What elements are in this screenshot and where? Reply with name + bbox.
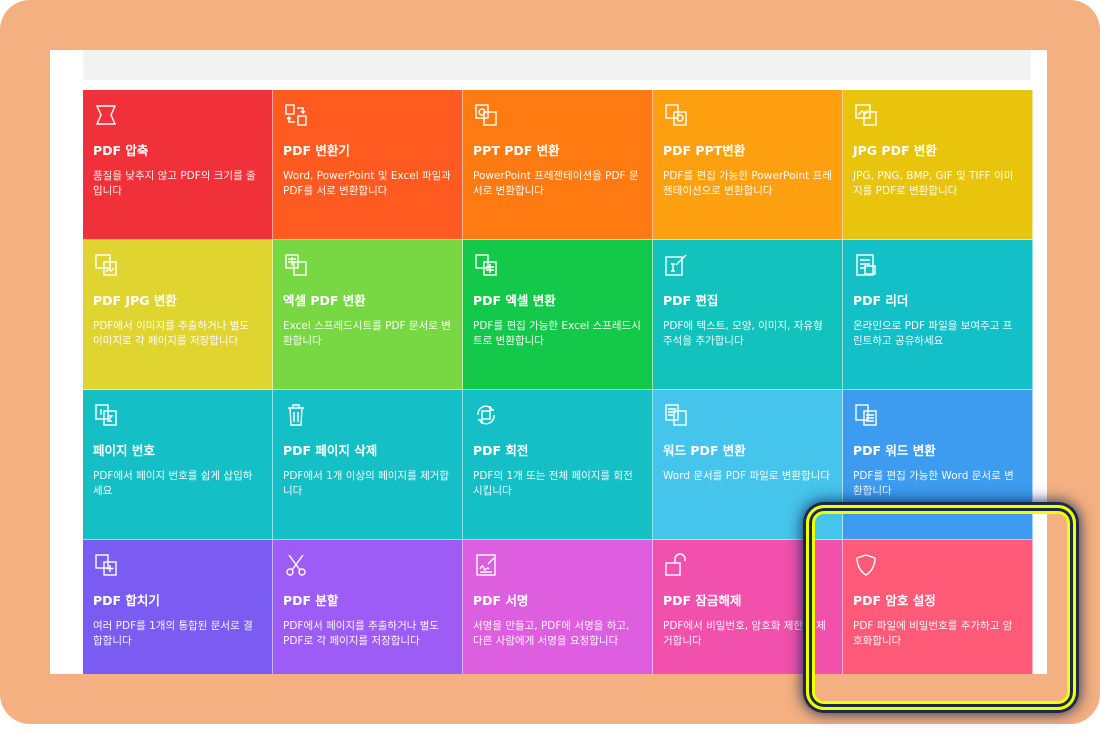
tool-tile[interactable]: PDF 압축품질을 낮추지 않고 PDF의 크기를 줄입니다 <box>83 90 273 240</box>
shield-icon <box>853 552 879 578</box>
tool-tile[interactable]: PDF JPG 변환 PDF에서 이미지를 추출하거나 별도 이미지로 각 페이지… <box>83 240 273 390</box>
app-screen: PDF 압축품질을 낮추지 않고 PDF의 크기를 줄입니다 PDF 변환기 Wor… <box>50 50 1047 674</box>
tool-description: Word 문서를 PDF 파일로 변환합니다 <box>663 470 831 482</box>
rotate-icon <box>473 402 499 428</box>
scissors-icon <box>283 552 309 578</box>
tool-description: PDF에서 페이지 번호를 쉽게 삽입하세요 <box>93 470 253 497</box>
tool-tile[interactable]: PDF 분할 PDF에서 페이지를 추출하거나 별도 PDF로 각 페이지를 저장… <box>273 540 463 674</box>
tool-title: PDF JPG 변환 <box>93 293 177 308</box>
tool-description: PDF에서 이미지를 추출하거나 별도 이미지로 각 페이지를 저장합니다 <box>93 320 250 347</box>
jpg-to-pdf-icon <box>853 102 879 128</box>
tool-title: JPG PDF 변환 <box>853 143 937 158</box>
ppt-to-pdf-icon <box>473 102 499 128</box>
tool-grid: PDF 압축품질을 낮추지 않고 PDF의 크기를 줄입니다 PDF 변환기 Wor… <box>83 90 1033 674</box>
tool-tile[interactable]: 페이지 번호 PDF에서 페이지 번호를 쉽게 삽입하세요 <box>83 390 273 540</box>
tool-title: 페이지 번호 <box>93 443 155 458</box>
page-number-icon <box>93 402 119 428</box>
top-bar <box>83 50 1031 80</box>
tool-tile[interactable]: PDF 엑셀 변환 PDF를 편집 가능한 Excel 스프레드시트로 변환합니다 <box>463 240 653 390</box>
tool-title: PDF 암호 설정 <box>853 593 936 608</box>
tool-tile[interactable]: PDF PPT변환 PDF를 편집 가능한 PowerPoint 프레젠테이션으로… <box>653 90 843 240</box>
tool-title: PDF 분할 <box>283 593 339 608</box>
tool-title: PDF 페이지 삭제 <box>283 443 378 458</box>
tool-description: PDF의 1개 또는 전체 페이지를 회전시킵니다 <box>473 470 633 497</box>
tool-tile[interactable]: PDF 회전 PDF의 1개 또는 전체 페이지를 회전시킵니다 <box>463 390 653 540</box>
tool-title: PDF 엑셀 변환 <box>473 293 556 308</box>
tool-title: PDF 워드 변환 <box>853 443 936 458</box>
pdf-to-jpg-icon <box>93 252 119 278</box>
tool-description: PowerPoint 프레젠테이션을 PDF 문서로 변환합니다 <box>473 170 639 197</box>
tool-description: PDF에서 비밀번호, 암호화 제한을 제거합니다 <box>663 620 826 647</box>
tool-description: Word, PowerPoint 및 Excel 파일과 PDF를 서로 변환합… <box>283 170 451 197</box>
tool-title: PDF 회전 <box>473 443 529 458</box>
tool-tile[interactable]: PPT PDF 변환 PowerPoint 프레젠테이션을 PDF 문서로 변환합… <box>463 90 653 240</box>
merge-icon <box>93 552 119 578</box>
tool-title: PPT PDF 변환 <box>473 143 560 158</box>
tool-description: PDF를 편집 가능한 Excel 스프레드시트로 변환합니다 <box>473 320 641 347</box>
tool-title: 엑셀 PDF 변환 <box>283 293 366 308</box>
sign-icon <box>473 552 499 578</box>
tool-title: PDF 압축 <box>93 143 149 158</box>
tool-tile[interactable]: 워드 PDF 변환 Word 문서를 PDF 파일로 변환합니다 <box>653 390 843 540</box>
pdf-to-ppt-icon <box>663 102 689 128</box>
tool-description: 여러 PDF를 1개의 통합된 문서로 결합합니다 <box>93 620 253 647</box>
tool-tile[interactable]: PDF 합치기여러 PDF를 1개의 통합된 문서로 결합합니다 <box>83 540 273 674</box>
tool-description: PDF 파일에 비밀번호를 추가하고 암호화합니다 <box>853 620 1013 647</box>
convert-icon <box>283 102 309 128</box>
tool-tile[interactable]: PDF 편집 PDF에 텍스트, 모양, 이미지, 자유형 주석을 추가합니다 <box>653 240 843 390</box>
trash-icon <box>283 402 309 428</box>
unlock-icon <box>663 552 689 578</box>
pdf-to-word-icon <box>853 402 879 428</box>
excel-to-pdf-icon <box>283 252 309 278</box>
tool-description: PDF에서 페이지를 추출하거나 별도 PDF로 각 페이지를 저장합니다 <box>283 620 440 647</box>
tool-description: PDF에서 1개 이상의 페이지를 제거합니다 <box>283 470 450 497</box>
tool-title: PDF 리더 <box>853 293 909 308</box>
tool-tile[interactable]: PDF 페이지 삭제 PDF에서 1개 이상의 페이지를 제거합니다 <box>273 390 463 540</box>
tool-tile[interactable]: PDF 리더온라인으로 PDF 파일을 보여주고 프린트하고 공유하세요 <box>843 240 1033 390</box>
tool-tile[interactable]: PDF 암호 설정 PDF 파일에 비밀번호를 추가하고 암호화합니다 <box>843 540 1033 674</box>
tool-description: PDF에 텍스트, 모양, 이미지, 자유형 주석을 추가합니다 <box>663 320 823 347</box>
tool-description: PDF를 편집 가능한 PowerPoint 프레젠테이션으로 변환합니다 <box>663 170 832 197</box>
tool-description: 온라인으로 PDF 파일을 보여주고 프린트하고 공유하세요 <box>853 320 1013 347</box>
edit-icon <box>663 252 689 278</box>
tool-tile[interactable]: PDF 워드 변환 PDF를 편집 가능한 Word 문서로 변환합니다 <box>843 390 1033 540</box>
tool-tile[interactable]: PDF 변환기 Word, PowerPoint 및 Excel 파일과 PDF를… <box>273 90 463 240</box>
tool-tile[interactable]: PDF 서명서명을 만들고, PDF에 서명을 하고, 다른 사람에게 서명을 … <box>463 540 653 674</box>
tool-title: PDF 변환기 <box>283 143 350 158</box>
compress-icon <box>93 102 119 128</box>
tool-tile[interactable]: JPG PDF 변환 JPG, PNG, BMP, GIF 및 TIFF 이미지를… <box>843 90 1033 240</box>
pdf-to-excel-icon <box>473 252 499 278</box>
tool-tile[interactable]: PDF 잠금해제 PDF에서 비밀번호, 암호화 제한을 제거합니다 <box>653 540 843 674</box>
tool-description: JPG, PNG, BMP, GIF 및 TIFF 이미지를 PDF로 변환합니… <box>853 170 1014 197</box>
tool-title: 워드 PDF 변환 <box>663 443 746 458</box>
tool-title: PDF 서명 <box>473 593 529 608</box>
tool-title: PDF 잠금해제 <box>663 593 742 608</box>
tool-tile[interactable]: 엑셀 PDF 변환 Excel 스프레드시트를 PDF 문서로 변환합니다 <box>273 240 463 390</box>
tool-description: Excel 스프레드시트를 PDF 문서로 변환합니다 <box>283 320 451 347</box>
tool-description: 서명을 만들고, PDF에 서명을 하고, 다른 사람에게 서명을 요청합니다 <box>473 620 630 647</box>
reader-icon <box>853 252 879 278</box>
tool-title: PDF 합치기 <box>93 593 160 608</box>
tool-title: PDF 편집 <box>663 293 719 308</box>
word-to-pdf-icon <box>663 402 689 428</box>
tool-description: PDF를 편집 가능한 Word 문서로 변환합니다 <box>853 470 1014 497</box>
tool-description: 품질을 낮추지 않고 PDF의 크기를 줄입니다 <box>93 170 256 197</box>
tool-title: PDF PPT변환 <box>663 143 746 158</box>
